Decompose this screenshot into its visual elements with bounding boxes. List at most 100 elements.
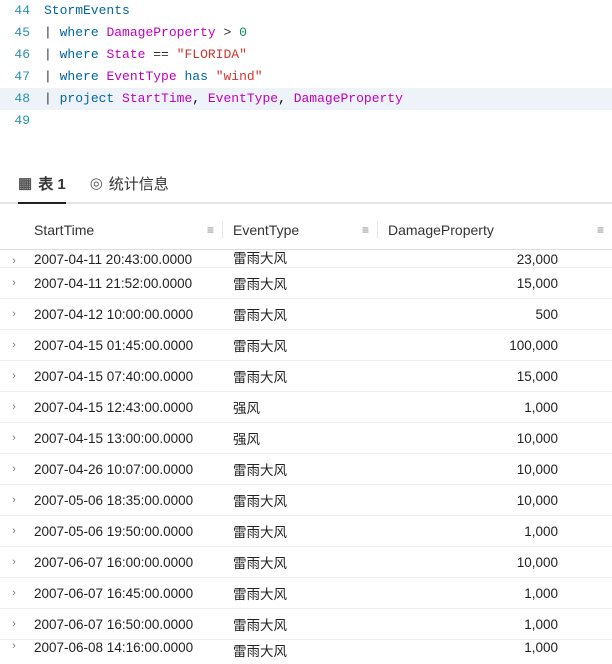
- cell-eventtype: 雷雨大风: [223, 335, 378, 355]
- chevron-right-icon[interactable]: ›: [0, 640, 28, 652]
- table-row[interactable]: ›2007-06-07 16:50:00.0000雷雨大风1,000: [0, 609, 612, 640]
- table-row[interactable]: ›2007-04-12 10:00:00.0000雷雨大风500: [0, 299, 612, 330]
- cell-damageproperty: 10,000: [378, 555, 612, 570]
- cell-starttime: 2007-04-26 10:07:00.0000: [28, 462, 223, 477]
- chevron-right-icon[interactable]: ›: [0, 432, 28, 444]
- cell-starttime: 2007-04-15 13:00:00.0000: [28, 431, 223, 446]
- tab-stats-label: 统计信息: [109, 173, 169, 194]
- cell-damageproperty: 10,000: [378, 431, 612, 446]
- cell-damageproperty: 1,000: [378, 640, 612, 655]
- chevron-right-icon[interactable]: ›: [0, 618, 28, 630]
- line-number: 45: [0, 22, 44, 44]
- table-row[interactable]: ›2007-04-15 13:00:00.0000强风10,000: [0, 423, 612, 454]
- cell-damageproperty: 15,000: [378, 369, 612, 384]
- cell-eventtype: 雷雨大风: [223, 366, 378, 386]
- code-content[interactable]: | project StartTime, EventType, DamagePr…: [44, 88, 403, 110]
- code-line[interactable]: 44StormEvents: [0, 0, 612, 22]
- cell-starttime: 2007-04-12 10:00:00.0000: [28, 307, 223, 322]
- code-editor[interactable]: 44StormEvents45| where DamageProperty > …: [0, 0, 612, 132]
- table-row[interactable]: ›2007-04-15 12:43:00.0000强风1,000: [0, 392, 612, 423]
- results-tabs: ▦ 表 1 ◎ 统计信息: [0, 162, 612, 204]
- chevron-right-icon[interactable]: ›: [0, 308, 28, 320]
- cell-starttime: 2007-04-15 01:45:00.0000: [28, 338, 223, 353]
- table-row[interactable]: ›2007-06-07 16:45:00.0000雷雨大风1,000: [0, 578, 612, 609]
- column-menu-icon[interactable]: ≡: [207, 223, 214, 237]
- chevron-right-icon[interactable]: ›: [0, 339, 28, 351]
- cell-starttime: 2007-04-15 07:40:00.0000: [28, 369, 223, 384]
- table-row[interactable]: ›2007-04-15 01:45:00.0000雷雨大风100,000: [0, 330, 612, 361]
- table-row[interactable]: ›2007-04-11 20:43:00.0000雷雨大风23,000: [0, 250, 612, 268]
- table-body: ›2007-04-11 20:43:00.0000雷雨大风23,000›2007…: [0, 250, 612, 664]
- column-header-damageproperty[interactable]: DamageProperty ≡: [378, 222, 612, 238]
- cell-eventtype: 雷雨大风: [223, 552, 378, 572]
- line-number: 48: [0, 88, 44, 110]
- target-icon: ◎: [90, 174, 103, 192]
- cell-damageproperty: 15,000: [378, 276, 612, 291]
- table-row[interactable]: ›2007-05-06 18:35:00.0000雷雨大风10,000: [0, 485, 612, 516]
- cell-damageproperty: 500: [378, 307, 612, 322]
- column-label: EventType: [233, 222, 299, 238]
- tab-table-label: 表 1: [38, 173, 66, 194]
- table-row[interactable]: ›2007-05-06 19:50:00.0000雷雨大风1,000: [0, 516, 612, 547]
- cell-eventtype: 雷雨大风: [223, 250, 378, 267]
- table-row[interactable]: ›2007-06-07 16:00:00.0000雷雨大风10,000: [0, 547, 612, 578]
- column-menu-icon[interactable]: ≡: [597, 223, 604, 237]
- cell-starttime: 2007-04-15 12:43:00.0000: [28, 400, 223, 415]
- line-number: 47: [0, 66, 44, 88]
- code-line[interactable]: 45| where DamageProperty > 0: [0, 22, 612, 44]
- cell-eventtype: 雷雨大风: [223, 614, 378, 634]
- cell-starttime: 2007-06-07 16:50:00.0000: [28, 617, 223, 632]
- column-label: StartTime: [34, 222, 94, 238]
- chevron-right-icon[interactable]: ›: [0, 525, 28, 537]
- cell-eventtype: 强风: [223, 428, 378, 448]
- tab-stats[interactable]: ◎ 统计信息: [90, 173, 169, 202]
- chevron-right-icon[interactable]: ›: [0, 255, 28, 267]
- cell-damageproperty: 1,000: [378, 524, 612, 539]
- chevron-right-icon[interactable]: ›: [0, 556, 28, 568]
- column-header-starttime[interactable]: StartTime ≡: [28, 222, 223, 238]
- cell-damageproperty: 10,000: [378, 493, 612, 508]
- chevron-right-icon[interactable]: ›: [0, 401, 28, 413]
- chevron-right-icon[interactable]: ›: [0, 587, 28, 599]
- cell-starttime: 2007-04-11 20:43:00.0000: [28, 252, 223, 267]
- table-row[interactable]: ›2007-04-15 07:40:00.0000雷雨大风15,000: [0, 361, 612, 392]
- tab-table-1[interactable]: ▦ 表 1: [18, 173, 66, 202]
- cell-starttime: 2007-06-07 16:00:00.0000: [28, 555, 223, 570]
- cell-starttime: 2007-05-06 18:35:00.0000: [28, 493, 223, 508]
- cell-eventtype: 雷雨大风: [223, 640, 378, 660]
- code-line[interactable]: 46| where State == "FLORIDA": [0, 44, 612, 66]
- table-icon: ▦: [18, 174, 32, 192]
- column-menu-icon[interactable]: ≡: [362, 223, 369, 237]
- chevron-right-icon[interactable]: ›: [0, 370, 28, 382]
- cell-starttime: 2007-06-08 14:16:00.0000: [28, 640, 223, 655]
- code-line[interactable]: 48| project StartTime, EventType, Damage…: [0, 88, 612, 110]
- chevron-right-icon[interactable]: ›: [0, 463, 28, 475]
- table-row[interactable]: ›2007-04-26 10:07:00.0000雷雨大风10,000: [0, 454, 612, 485]
- code-content[interactable]: StormEvents: [44, 0, 130, 22]
- cell-eventtype: 雷雨大风: [223, 459, 378, 479]
- cell-damageproperty: 1,000: [378, 400, 612, 415]
- cell-damageproperty: 10,000: [378, 462, 612, 477]
- line-number: 44: [0, 0, 44, 22]
- code-content[interactable]: | where EventType has "wind": [44, 66, 263, 88]
- code-content[interactable]: | where DamageProperty > 0: [44, 22, 247, 44]
- code-content[interactable]: | where State == "FLORIDA": [44, 44, 247, 66]
- cell-eventtype: 雷雨大风: [223, 273, 378, 293]
- table-header-row: StartTime ≡ EventType ≡ DamageProperty ≡: [0, 210, 612, 250]
- line-number: 49: [0, 110, 44, 132]
- table-row[interactable]: ›2007-04-11 21:52:00.0000雷雨大风15,000: [0, 268, 612, 299]
- table-row[interactable]: ›2007-06-08 14:16:00.0000雷雨大风1,000: [0, 640, 612, 664]
- chevron-right-icon[interactable]: ›: [0, 277, 28, 289]
- code-line[interactable]: 49: [0, 110, 612, 132]
- cell-damageproperty: 23,000: [378, 252, 612, 267]
- cell-damageproperty: 1,000: [378, 617, 612, 632]
- cell-damageproperty: 100,000: [378, 338, 612, 353]
- code-line[interactable]: 47| where EventType has "wind": [0, 66, 612, 88]
- cell-eventtype: 强风: [223, 397, 378, 417]
- cell-damageproperty: 1,000: [378, 586, 612, 601]
- cell-starttime: 2007-04-11 21:52:00.0000: [28, 276, 223, 291]
- column-header-eventtype[interactable]: EventType ≡: [223, 222, 378, 238]
- chevron-right-icon[interactable]: ›: [0, 494, 28, 506]
- cell-eventtype: 雷雨大风: [223, 583, 378, 603]
- cell-eventtype: 雷雨大风: [223, 490, 378, 510]
